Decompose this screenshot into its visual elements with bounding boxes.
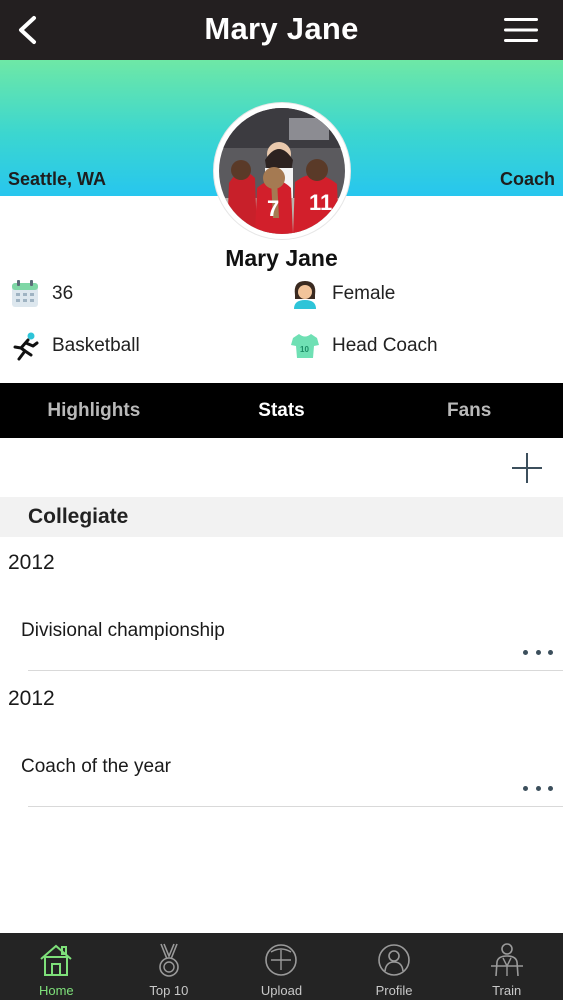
plus-icon <box>512 453 542 483</box>
avatar-photo: 7 11 <box>219 108 345 234</box>
more-dot <box>523 649 528 655</box>
tab-highlights[interactable]: Highlights <box>0 383 188 438</box>
divider <box>28 806 563 807</box>
tab-fans[interactable]: Fans <box>375 383 563 438</box>
position-value: Head Coach <box>332 335 438 356</box>
add-stat-button[interactable] <box>511 452 543 484</box>
gender-value: Female <box>332 283 396 304</box>
age-info: 36 <box>10 277 73 311</box>
profile-name: Mary Jane <box>225 245 338 271</box>
divider <box>28 670 563 671</box>
profile-tabs: Highlights Stats Fans <box>0 383 563 438</box>
page-title: Mary Jane <box>204 11 359 46</box>
trainer-icon <box>488 941 526 979</box>
section-header: Collegiate <box>0 497 563 537</box>
sport-value: Basketball <box>52 335 140 356</box>
nav-train[interactable]: Train <box>450 933 563 1000</box>
position-info: 10 Head Coach <box>290 329 438 363</box>
stat-title: Coach of the year <box>21 756 171 777</box>
back-button[interactable] <box>10 12 44 48</box>
nav-upload[interactable]: Upload <box>225 933 338 1000</box>
top-navigation-bar: Mary Jane <box>0 0 563 60</box>
stat-year: 2012 <box>8 687 55 710</box>
more-dot <box>523 785 528 791</box>
more-dot <box>535 649 541 655</box>
female-person-icon <box>290 279 320 309</box>
upload-icon <box>262 941 300 979</box>
more-options-button[interactable] <box>523 645 553 659</box>
more-dot <box>535 785 541 791</box>
nav-profile[interactable]: Profile <box>338 933 451 1000</box>
nav-top10[interactable]: Top 10 <box>113 933 226 1000</box>
hamburger-menu-icon <box>504 18 538 42</box>
sport-info: Basketball <box>10 329 140 363</box>
more-dot <box>548 649 553 655</box>
svg-text:11: 11 <box>309 190 332 215</box>
nav-top10-label: Top 10 <box>149 983 189 998</box>
stat-year: 2012 <box>8 551 55 574</box>
gender-info: Female <box>290 277 395 311</box>
location-label: Seattle, WA <box>8 169 107 189</box>
runner-icon <box>10 331 40 361</box>
more-dot <box>548 785 553 791</box>
calendar-icon <box>10 279 40 309</box>
chevron-left-icon <box>19 16 36 44</box>
medal-icon <box>150 941 188 979</box>
tab-stats[interactable]: Stats <box>188 383 376 438</box>
jersey-icon: 10 <box>290 331 320 361</box>
nav-train-label: Train <box>492 983 522 998</box>
nav-profile-label: Profile <box>375 983 413 998</box>
nav-home-label: Home <box>38 983 74 998</box>
home-icon <box>37 941 75 979</box>
more-options-button[interactable] <box>523 781 553 795</box>
age-value: 36 <box>52 283 74 304</box>
role-label: Coach <box>499 169 555 189</box>
bottom-navigation: Home Top 10 Upload Profile Train <box>0 933 563 1000</box>
nav-upload-label: Upload <box>260 983 303 998</box>
nav-home[interactable]: Home <box>0 933 113 1000</box>
stat-title: Divisional championship <box>21 620 225 641</box>
menu-button[interactable] <box>501 14 541 46</box>
svg-text:7: 7 <box>267 196 279 221</box>
profile-icon <box>375 941 413 979</box>
svg-text:10: 10 <box>300 345 309 354</box>
avatar[interactable]: 7 11 <box>214 103 350 239</box>
